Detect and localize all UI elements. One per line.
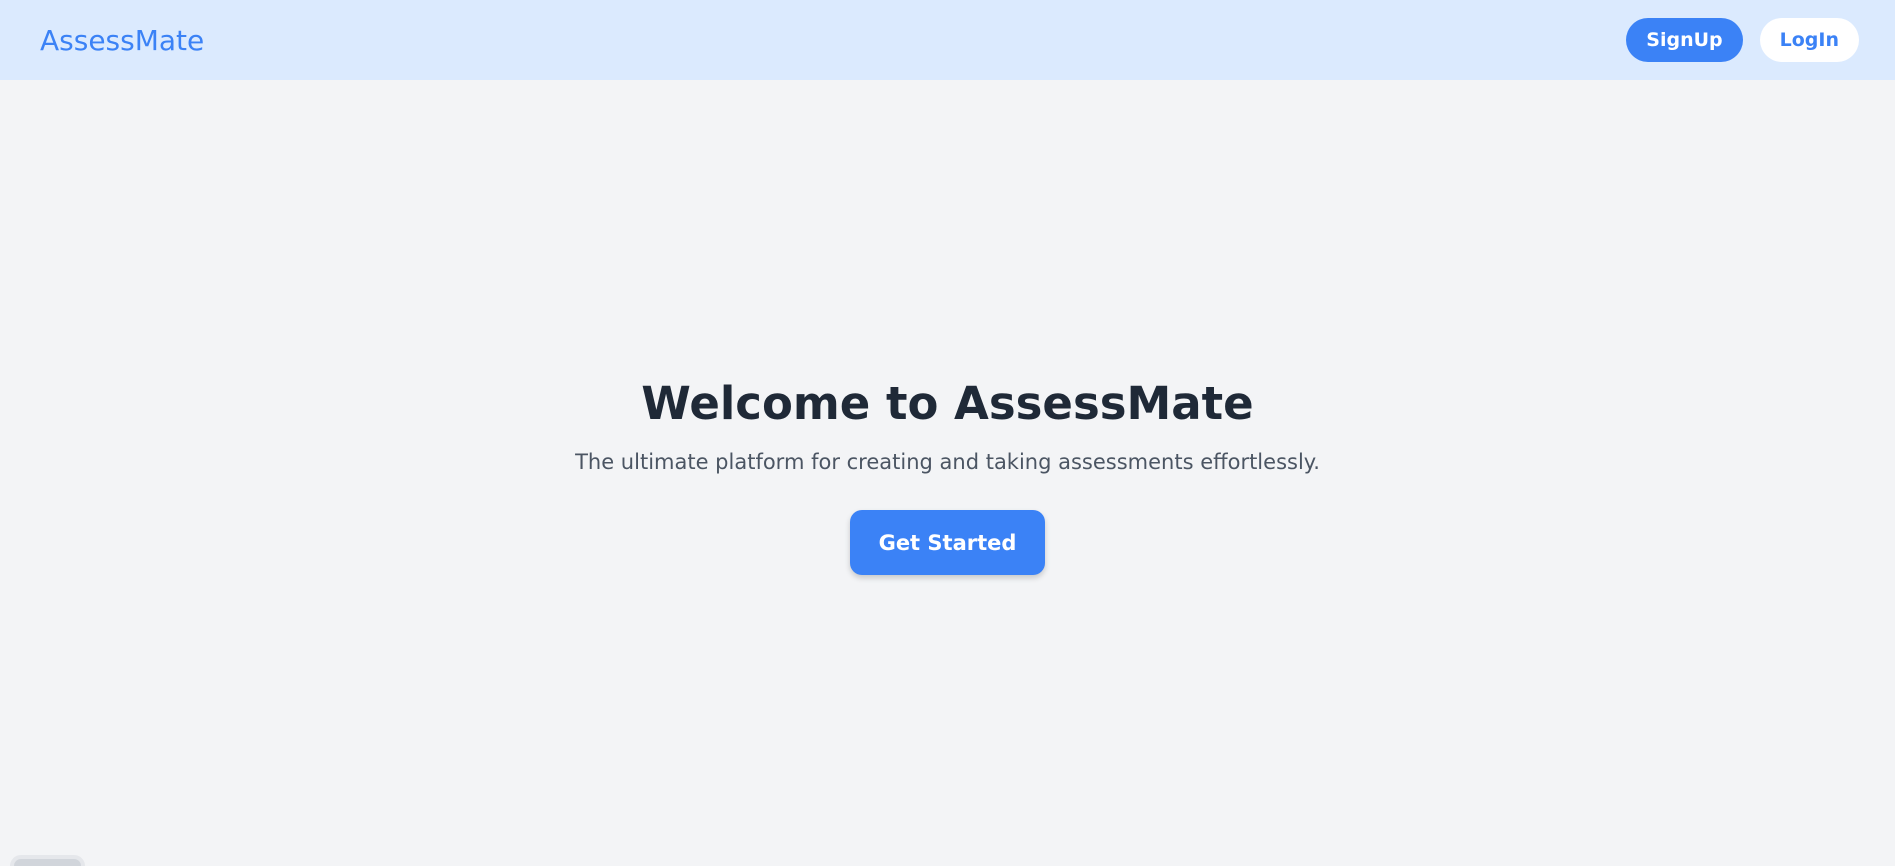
top-navbar: AssessMate SignUp LogIn bbox=[0, 0, 1895, 80]
brand-logo[interactable]: AssessMate bbox=[40, 24, 204, 57]
hero-section: Welcome to AssessMate The ultimate platf… bbox=[0, 80, 1895, 866]
nav-actions: SignUp LogIn bbox=[1626, 18, 1859, 62]
hero-subtitle: The ultimate platform for creating and t… bbox=[575, 450, 1320, 474]
signup-button[interactable]: SignUp bbox=[1626, 18, 1743, 62]
get-started-button[interactable]: Get Started bbox=[849, 510, 1046, 575]
hero-title: Welcome to AssessMate bbox=[641, 377, 1254, 430]
login-button[interactable]: LogIn bbox=[1759, 18, 1859, 62]
corner-toggle-widget[interactable] bbox=[10, 855, 85, 866]
